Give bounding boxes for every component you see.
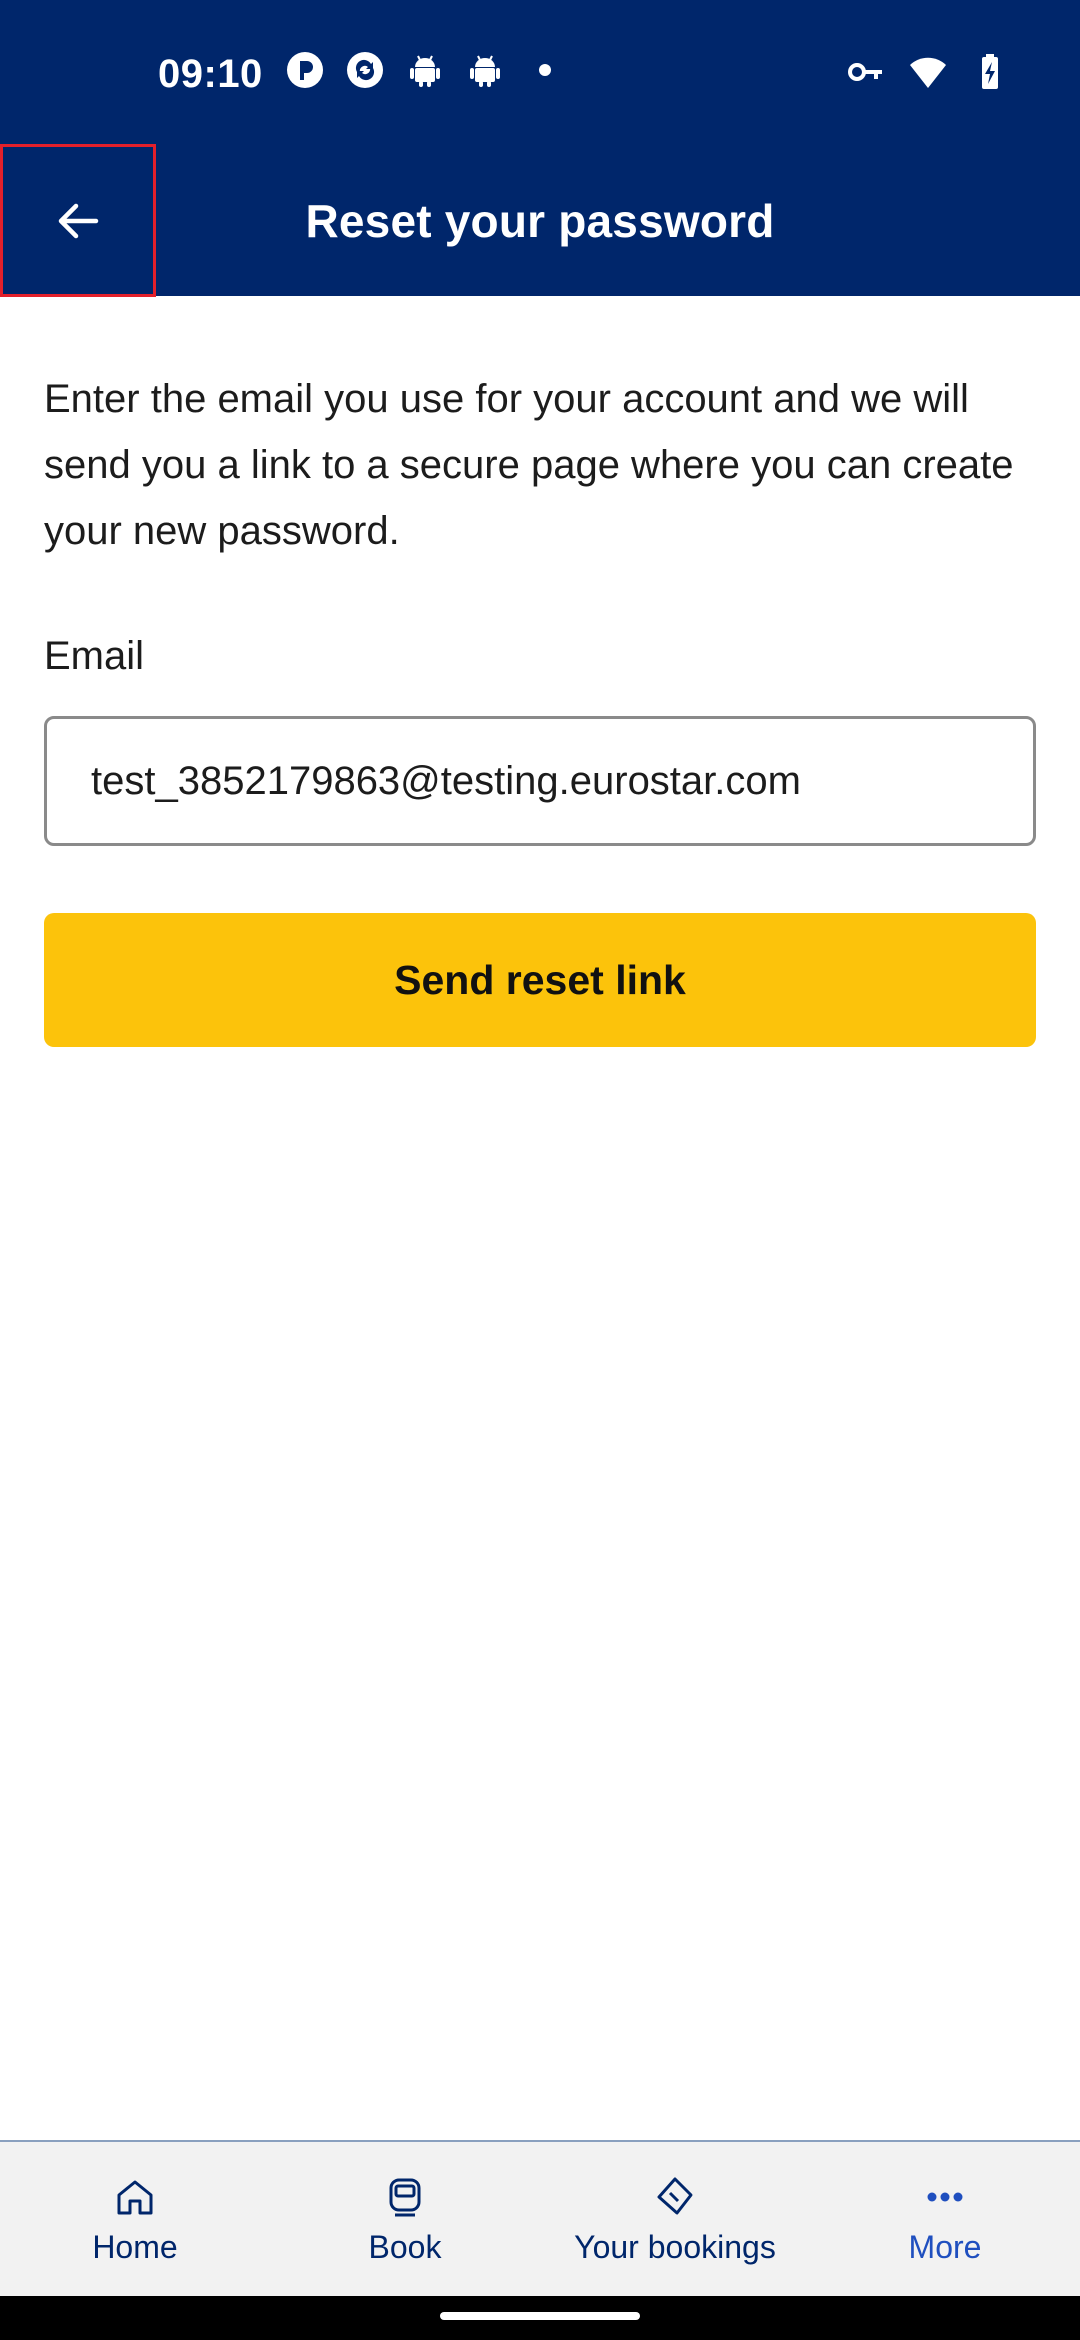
status-bar: 09:10: [0, 0, 1080, 146]
nav-label-more: More: [908, 2228, 982, 2265]
email-field[interactable]: [44, 716, 1036, 846]
battery-charging-icon: [970, 52, 1010, 92]
wifi-icon: [908, 52, 948, 92]
reset-password-form: Enter the email you use for your account…: [44, 366, 1036, 1047]
nav-item-home[interactable]: Home: [0, 2142, 270, 2296]
nav-label-book: Book: [368, 2228, 442, 2265]
status-notification-icons: [285, 50, 565, 90]
bottom-navigation: Home Book Your bookings More: [0, 2140, 1080, 2296]
status-system-icons: [846, 52, 1010, 92]
nav-item-book[interactable]: Book: [270, 2142, 540, 2296]
p-app-icon: [285, 50, 325, 90]
home-icon: [111, 2173, 159, 2221]
nav-label-home: Home: [92, 2228, 178, 2265]
android-icon: [405, 50, 445, 90]
email-label: Email: [44, 634, 145, 678]
android-icon: [465, 50, 505, 90]
app-bar: Reset your password: [0, 144, 1080, 297]
intro-text: Enter the email you use for your account…: [44, 377, 1014, 553]
status-time: 09:10: [158, 52, 263, 96]
page-title: Reset your password: [305, 195, 775, 247]
sync-app-icon: [345, 50, 385, 90]
vpn-key-icon: [846, 52, 886, 92]
ticket-icon: [651, 2173, 699, 2221]
dot-icon: [525, 50, 565, 90]
home-gesture-handle[interactable]: [440, 2312, 640, 2320]
nav-item-your-bookings[interactable]: Your bookings: [540, 2142, 810, 2296]
nav-item-more[interactable]: More: [810, 2142, 1080, 2296]
nav-label-your-bookings: Your bookings: [574, 2228, 776, 2265]
send-reset-link-button[interactable]: Send reset link: [44, 913, 1036, 1047]
gesture-navigation-bar: [0, 2296, 1080, 2340]
more-icon: [921, 2173, 969, 2221]
train-icon: [381, 2173, 429, 2221]
